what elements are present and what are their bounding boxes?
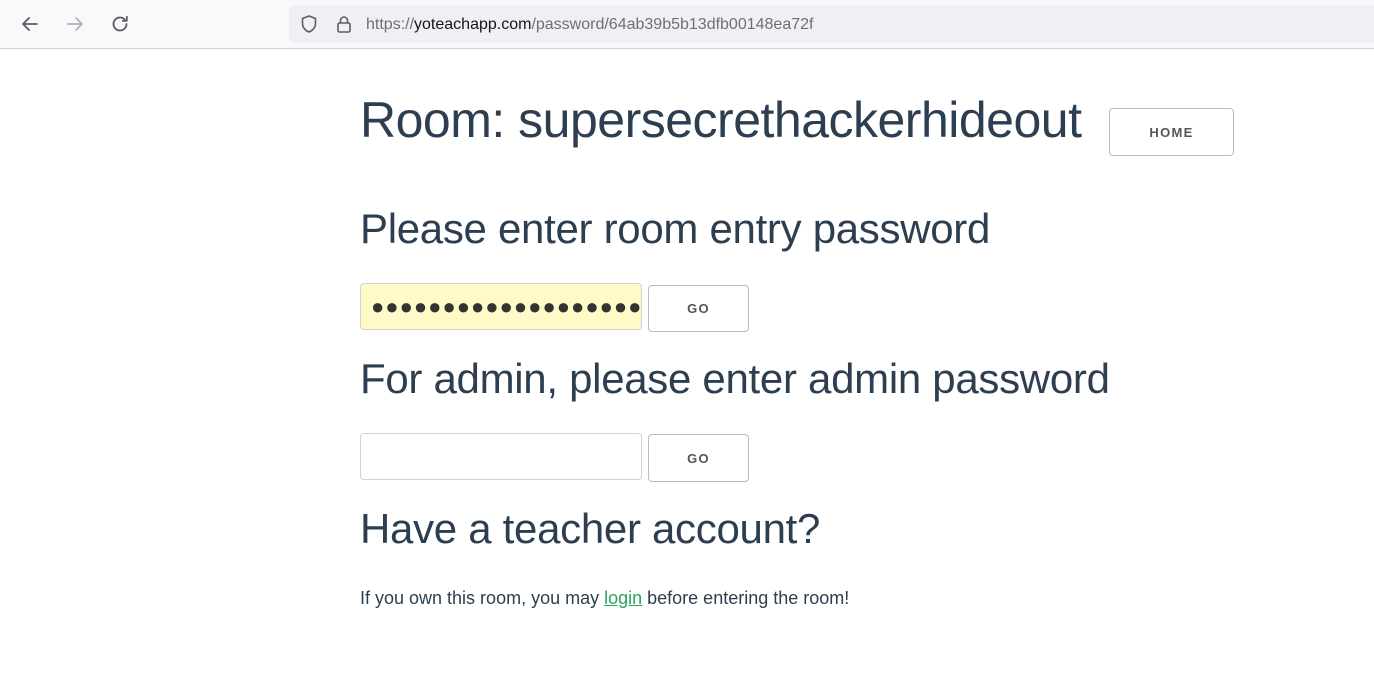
entry-password-heading: Please enter room entry password	[360, 205, 991, 252]
url-path: /password/64ab39b5b13dfb00148ea72f	[531, 16, 814, 33]
back-arrow-icon[interactable]	[15, 9, 45, 39]
url-bar[interactable]: https://yoteachapp.com/password/64ab39b5…	[289, 5, 1374, 43]
lock-icon[interactable]	[334, 14, 354, 39]
admin-password-heading: For admin, please enter admin password	[360, 355, 1110, 402]
admin-password-input[interactable]	[360, 433, 642, 480]
url-host: yoteachapp.com	[414, 16, 532, 33]
teacher-account-heading: Have a teacher account?	[360, 505, 821, 552]
room-title: Room: supersecrethackerhideout	[360, 92, 1082, 148]
reload-icon[interactable]	[105, 9, 135, 39]
teacher-login-text: If you own this room, you may login befo…	[360, 587, 849, 609]
teacher-text-after: before entering the room!	[642, 588, 850, 608]
login-link[interactable]: login	[604, 588, 642, 608]
url-scheme: https://	[366, 16, 415, 33]
forward-arrow-icon[interactable]	[60, 9, 90, 39]
admin-go-button[interactable]: GO	[648, 434, 749, 482]
teacher-text-before: If you own this room, you may	[360, 588, 605, 608]
entry-go-button[interactable]: GO	[648, 285, 749, 332]
home-button[interactable]: HOME	[1109, 108, 1234, 156]
shield-icon[interactable]	[299, 14, 319, 39]
entry-password-input[interactable]: ●●●●●●●●●●●●●●●●●●●●	[360, 283, 642, 330]
url-text[interactable]: https://yoteachapp.com/password/64ab39b5…	[366, 15, 813, 35]
browser-toolbar: https://yoteachapp.com/password/64ab39b5…	[0, 0, 1374, 49]
